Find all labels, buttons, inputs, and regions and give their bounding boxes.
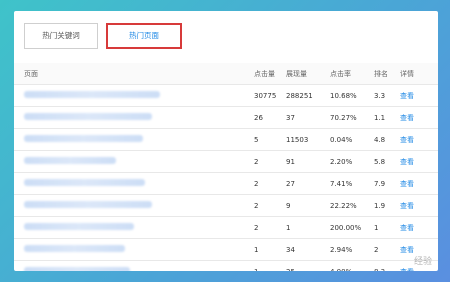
impressions-cell: 34 <box>286 238 330 261</box>
ctr-cell: 2.20% <box>330 150 374 173</box>
table-row: 1 34 2.94% 2 查看 <box>14 238 438 261</box>
table-row: 2 9 22.22% 1.9 查看 <box>14 194 438 217</box>
rank-cell: 4.8 <box>374 128 400 151</box>
tabs: 热门关键词 热门页面 <box>24 23 182 55</box>
page-cell[interactable] <box>14 238 254 261</box>
impressions-cell: 91 <box>286 150 330 173</box>
blurred-page-url[interactable] <box>24 113 152 120</box>
table-row: 1254.00%8.3查看 <box>14 260 438 271</box>
ctr-cell: 0.04% <box>330 128 374 151</box>
table-row: 2 27 7.41% 7.9 查看 <box>14 172 438 195</box>
header-clicks: 点击量 <box>254 63 286 85</box>
page-cell[interactable] <box>14 150 254 173</box>
impressions-cell: 11503 <box>286 128 330 151</box>
rank-cell: 3.3 <box>374 84 400 107</box>
view-link[interactable]: 查看 <box>400 128 438 151</box>
rank-cell: 7.9 <box>374 172 400 195</box>
clicks-cell: 30775 <box>254 84 286 107</box>
table-row: 2 1 200.00% 1 查看 <box>14 216 438 239</box>
table-row: 2 91 2.20% 5.8 查看 <box>14 150 438 173</box>
clicks-cell: 2 <box>254 150 286 173</box>
ctr-cell: 2.94% <box>330 238 374 261</box>
page-cell[interactable] <box>14 216 254 239</box>
hot-pages-table: 页面 点击量 展现量 点击率 排名 详情 30775 288251 10.68% 3.… <box>14 63 438 271</box>
rank-cell: 1.1 <box>374 106 400 129</box>
page-cell[interactable] <box>14 194 254 217</box>
blurred-page-url[interactable] <box>24 157 116 164</box>
page-cell[interactable] <box>14 260 254 271</box>
table-header-row: 页面 点击量 展现量 点击率 排名 详情 <box>14 63 438 85</box>
header-details: 详情 <box>400 63 438 85</box>
clicks-cell: 2 <box>254 172 286 195</box>
tab-hot-pages[interactable]: 热门页面 <box>106 23 182 49</box>
header-page: 页面 <box>14 63 254 85</box>
view-link[interactable]: 查看 <box>400 150 438 173</box>
ctr-cell: 4.00% <box>330 260 374 271</box>
ctr-cell: 200.00% <box>330 216 374 239</box>
view-link[interactable]: 查看 <box>400 216 438 239</box>
clicks-cell: 1 <box>254 238 286 261</box>
blurred-page-url[interactable] <box>24 267 130 271</box>
ctr-cell: 10.68% <box>330 84 374 107</box>
table-row: 30775 288251 10.68% 3.3 查看 <box>14 84 438 107</box>
clicks-cell: 5 <box>254 128 286 151</box>
view-link[interactable]: 查看 <box>400 84 438 107</box>
page-cell[interactable] <box>14 172 254 195</box>
impressions-cell: 288251 <box>286 84 330 107</box>
impressions-cell: 37 <box>286 106 330 129</box>
clicks-cell: 1 <box>254 260 286 271</box>
blurred-page-url[interactable] <box>24 223 134 230</box>
blurred-page-url[interactable] <box>24 201 152 208</box>
ctr-cell: 7.41% <box>330 172 374 195</box>
page-cell[interactable] <box>14 84 254 107</box>
blurred-page-url[interactable] <box>24 135 143 142</box>
clicks-cell: 2 <box>254 194 286 217</box>
impressions-cell: 1 <box>286 216 330 239</box>
view-link[interactable]: 查看 <box>400 106 438 129</box>
rank-cell: 8.3 <box>374 260 400 271</box>
blurred-page-url[interactable] <box>24 245 125 252</box>
table-row: 26 37 70.27% 1.1 查看 <box>14 106 438 129</box>
header-ctr: 点击率 <box>330 63 374 85</box>
page-cell[interactable] <box>14 128 254 151</box>
impressions-cell: 9 <box>286 194 330 217</box>
rank-cell: 1.9 <box>374 194 400 217</box>
view-link[interactable]: 查看 <box>400 194 438 217</box>
page-cell[interactable] <box>14 106 254 129</box>
impressions-cell: 25 <box>286 260 330 271</box>
clicks-cell: 26 <box>254 106 286 129</box>
view-link[interactable]: 查看 <box>400 172 438 195</box>
blurred-page-url[interactable] <box>24 91 160 98</box>
clicks-cell: 2 <box>254 216 286 239</box>
table-row: 5 11503 0.04% 4.8 查看 <box>14 128 438 151</box>
rank-cell: 2 <box>374 238 400 261</box>
ctr-cell: 70.27% <box>330 106 374 129</box>
ctr-cell: 22.22% <box>330 194 374 217</box>
header-rank: 排名 <box>374 63 400 85</box>
rank-cell: 5.8 <box>374 150 400 173</box>
tab-hot-keywords[interactable]: 热门关键词 <box>24 23 98 49</box>
watermark-text: 经验 <box>413 257 432 267</box>
impressions-cell: 27 <box>286 172 330 195</box>
blurred-page-url[interactable] <box>24 179 145 186</box>
rank-cell: 1 <box>374 216 400 239</box>
header-impressions: 展现量 <box>286 63 330 85</box>
hot-pages-panel: 热门关键词 热门页面 页面 点击量 展现量 点击率 排名 详情 30775 288… <box>14 11 438 271</box>
